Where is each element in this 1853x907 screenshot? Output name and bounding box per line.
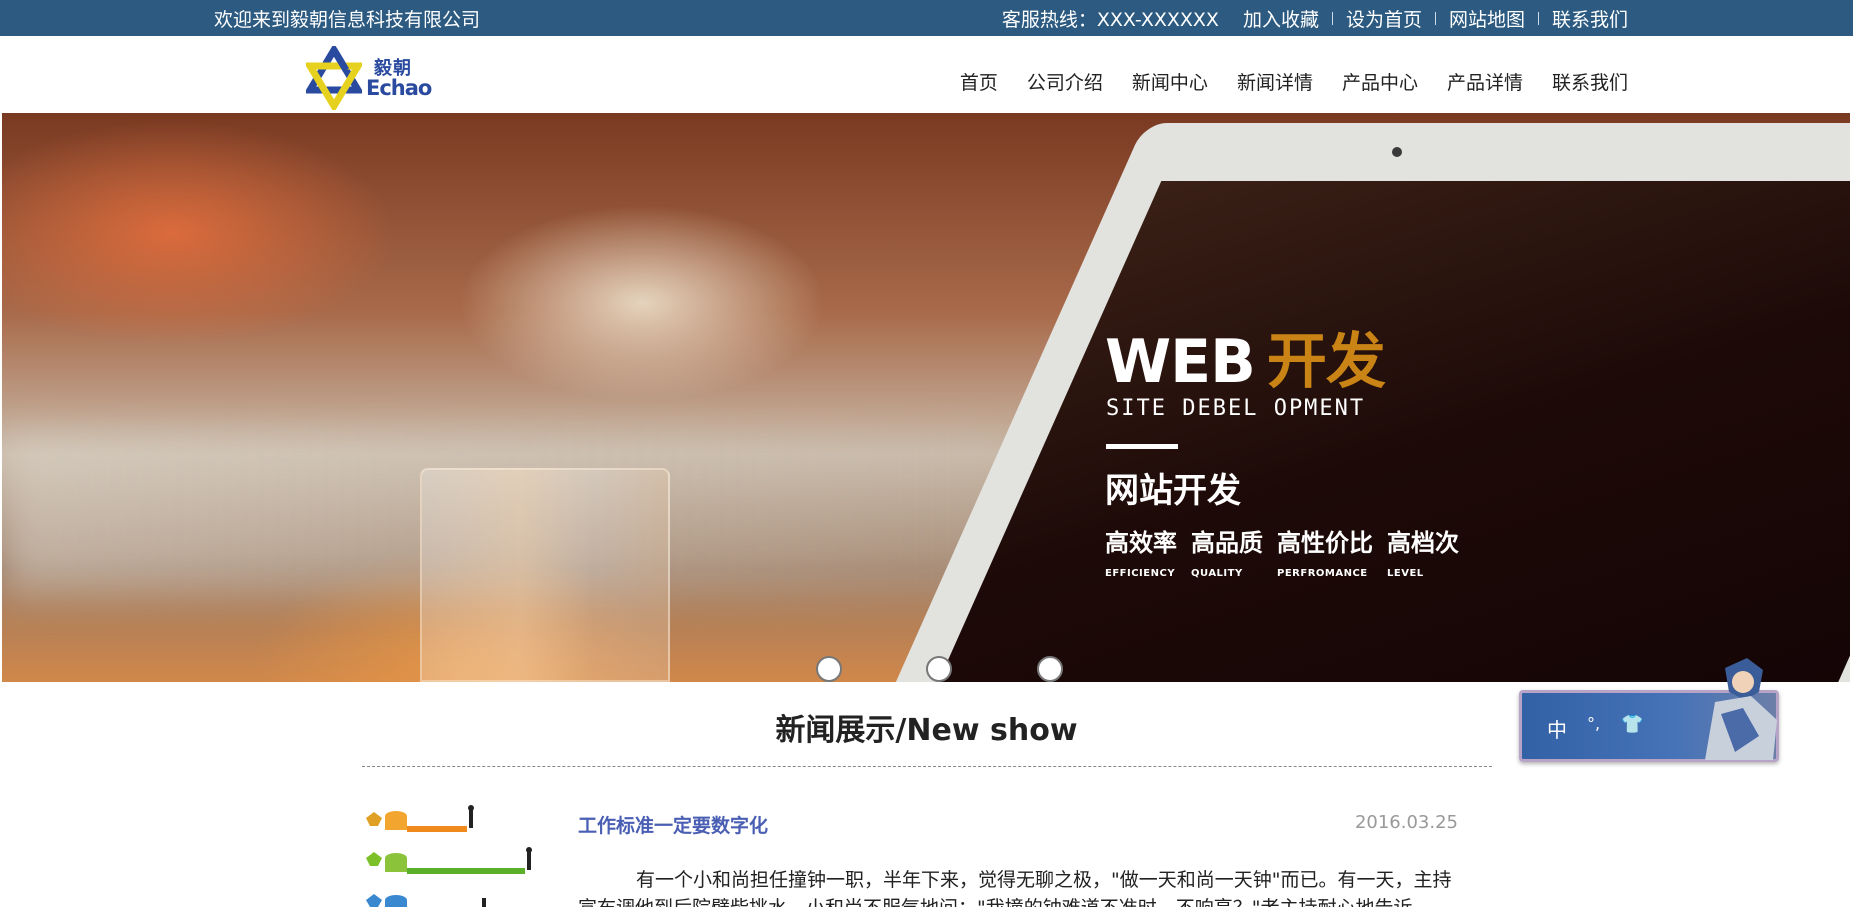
logo[interactable]: 毅朝 Echao <box>306 46 432 110</box>
glass-image <box>420 468 670 682</box>
news-item-body: 有一个小和尚担任撞钟一职，半年下来，觉得无聊之极，"做一天和尚一天钟"而已。有一… <box>578 869 1452 907</box>
banner-subtitle: SITE DEBEL OPMENT <box>1106 396 1366 421</box>
language-button[interactable]: 中 <box>1547 714 1567 743</box>
nav-contact[interactable]: 联系我们 <box>1552 68 1628 95</box>
banner-tag-en: EFFICIENCY <box>1105 568 1176 579</box>
top-links: 客服热线：XXX-XXXXXX 加入收藏 设为首页 网站地图 联系我们 <box>1002 5 1628 32</box>
banner-tag: 高性价比 PERFROMANCE <box>1277 523 1373 579</box>
news-item-title[interactable]: 工作标准一定要数字化 <box>578 811 768 838</box>
banner-underline <box>1106 444 1178 449</box>
banner-title-accent: 开发 <box>1266 327 1386 397</box>
floating-widget: 中 °, 👕 <box>1517 656 1782 766</box>
banner-tag: 高档次 LEVEL <box>1387 523 1459 579</box>
divider <box>1434 12 1436 25</box>
star-logo-icon <box>306 46 362 110</box>
nav-products[interactable]: 产品中心 <box>1342 68 1418 95</box>
sitemap-link[interactable]: 网站地图 <box>1449 5 1525 32</box>
nav-news-detail[interactable]: 新闻详情 <box>1237 68 1313 95</box>
header: 毅朝 Echao 首页 公司介绍 新闻中心 新闻详情 产品中心 产品详情 联系我… <box>0 36 1853 113</box>
laptop-screen <box>912 181 1850 682</box>
nav-about[interactable]: 公司介绍 <box>1027 68 1103 95</box>
banner-tag-zh: 高效率 <box>1105 529 1177 557</box>
hotline-text: 客服热线：XXX-XXXXXX <box>1001 9 1219 31</box>
slide-dot-1[interactable] <box>816 656 842 682</box>
divider <box>1537 12 1539 25</box>
banner-heading: 网站开发 <box>1105 471 1241 511</box>
banner-tag-zh: 高档次 <box>1387 529 1459 557</box>
punctuation-button[interactable]: °, <box>1587 714 1600 733</box>
banner-tag-en: PERFROMANCE <box>1277 568 1368 579</box>
add-favorite-link[interactable]: 加入收藏 <box>1243 5 1319 32</box>
slide-dot-2[interactable] <box>926 656 952 682</box>
banner-tag: 高品质 QUALITY <box>1191 523 1263 579</box>
banner-tag-en: LEVEL <box>1387 568 1424 579</box>
banner-title-web: WEB <box>1105 327 1256 397</box>
banner-tag-zh: 高性价比 <box>1277 529 1373 557</box>
nav-news[interactable]: 新闻中心 <box>1132 68 1208 95</box>
character-icon <box>1705 658 1777 760</box>
progress-illustration-icon <box>366 805 532 907</box>
main-nav: 首页 公司介绍 新闻中心 新闻详情 产品中心 产品详情 联系我们 <box>931 68 1628 95</box>
skin-button[interactable]: 👕 <box>1621 714 1643 735</box>
news-item-date: 2016.03.25 <box>1354 812 1458 833</box>
logo-en-text: Echao <box>366 76 432 100</box>
banner-tag-en: QUALITY <box>1191 568 1243 579</box>
top-bar: 欢迎来到毅朝信息科技有限公司 客服热线：XXX-XXXXXX 加入收藏 设为首页… <box>0 0 1853 36</box>
slide-dot-3[interactable] <box>1037 656 1063 682</box>
nav-product-detail[interactable]: 产品详情 <box>1447 68 1523 95</box>
banner-tag-zh: 高品质 <box>1191 529 1263 557</box>
news-thumbnail[interactable] <box>362 800 554 907</box>
hero-banner: WEB 开发 SITE DEBEL OPMENT 网站开发 高效率 EFFICIE… <box>2 113 1850 682</box>
divider <box>1331 12 1333 25</box>
welcome-text: 欢迎来到毅朝信息科技有限公司 <box>214 9 481 31</box>
news-divider <box>362 766 1492 767</box>
banner-title: WEB 开发 <box>1105 313 1386 400</box>
laptop-camera <box>1392 147 1402 157</box>
set-homepage-link[interactable]: 设为首页 <box>1346 5 1422 32</box>
contact-link[interactable]: 联系我们 <box>1552 5 1628 32</box>
banner-tag: 高效率 EFFICIENCY <box>1105 523 1177 579</box>
nav-home[interactable]: 首页 <box>960 68 998 95</box>
